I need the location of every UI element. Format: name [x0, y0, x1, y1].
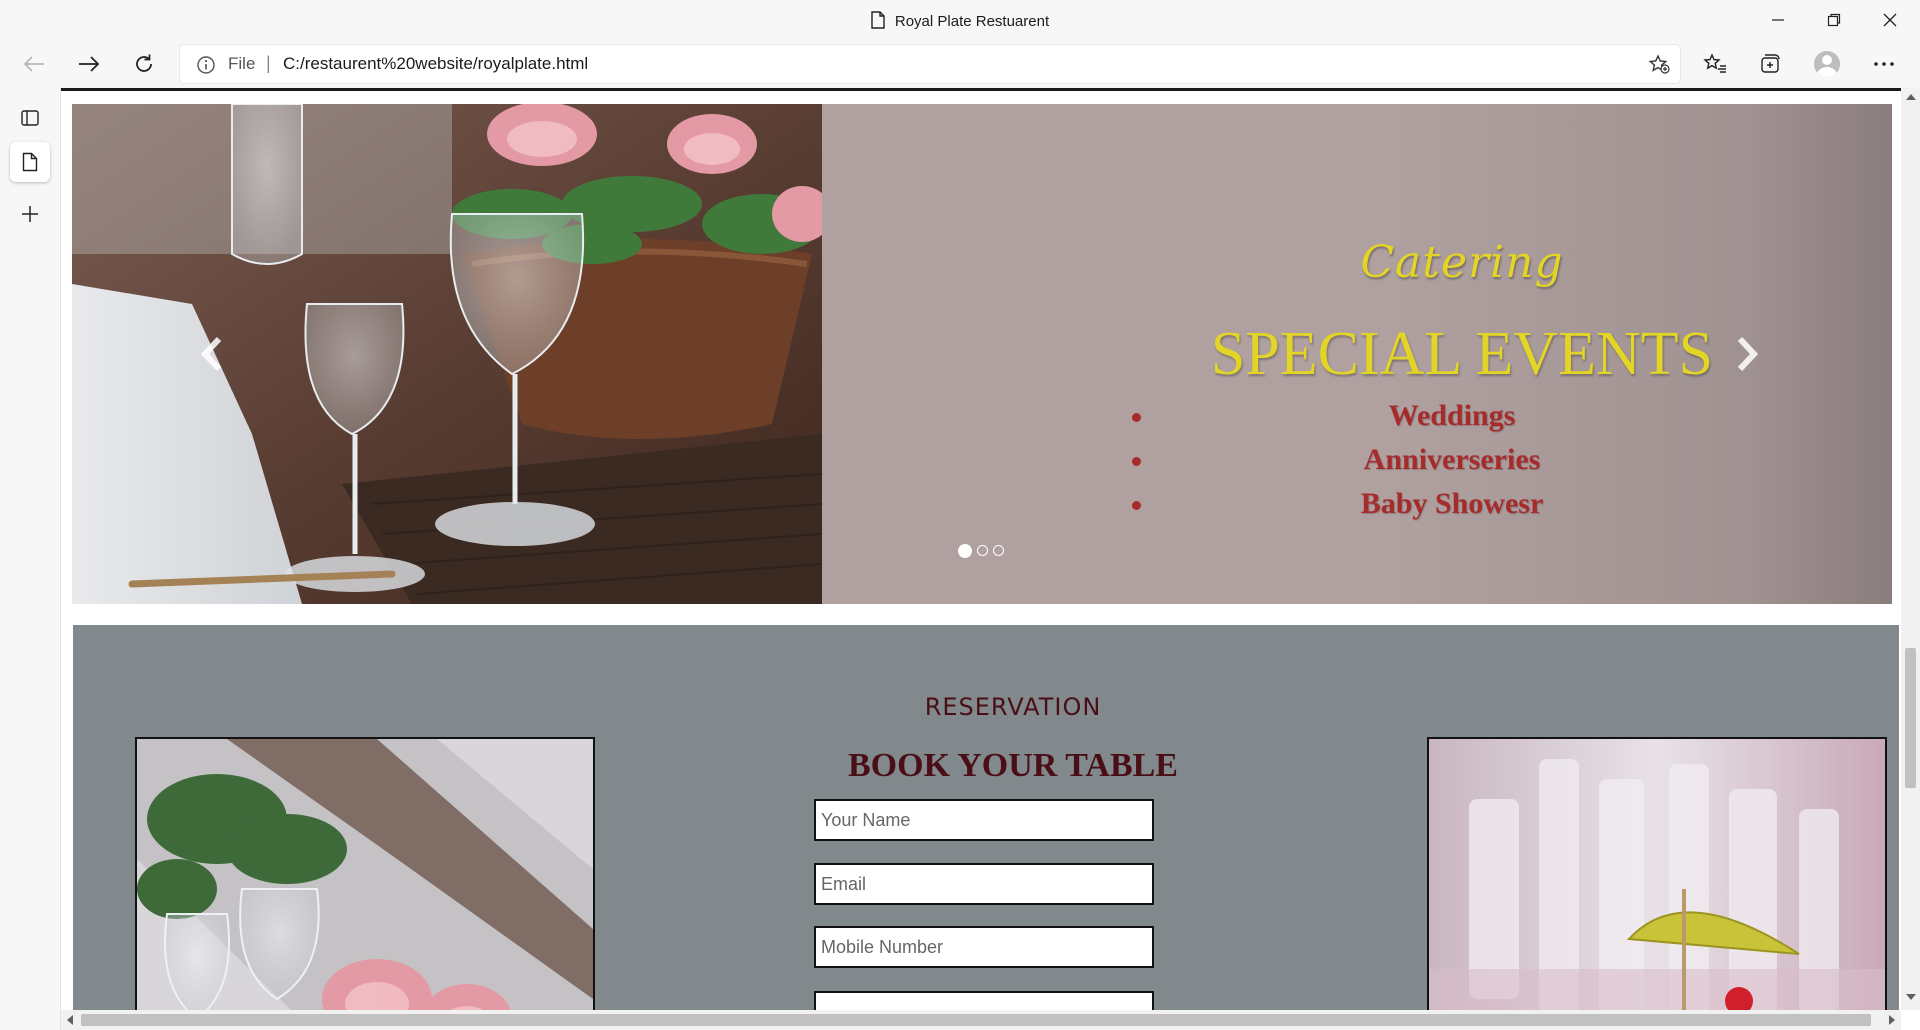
- close-button[interactable]: [1862, 0, 1918, 40]
- vertical-scrollbar[interactable]: [1901, 88, 1920, 1010]
- window-title-bar: Royal Plate Restuarent: [0, 0, 1920, 40]
- add-favorite-icon[interactable]: [1648, 54, 1670, 79]
- special-events-heading: SPECIAL EVENTS: [1210, 320, 1714, 388]
- indicator-3[interactable]: [993, 545, 1004, 556]
- avatar-icon: [1814, 51, 1840, 77]
- refresh-icon: [136, 54, 152, 72]
- vertical-tab-strip: [0, 88, 61, 1030]
- carousel-slide: Catering SPECIAL EVENTS Weddings Anniver…: [72, 104, 1892, 604]
- favorites-button[interactable]: [1697, 48, 1733, 80]
- page-icon: [22, 152, 38, 172]
- new-tab-button[interactable]: [10, 194, 50, 234]
- chevron-left-icon: [200, 336, 222, 372]
- reservation-kicker: RESERVATION: [924, 693, 1102, 721]
- address-bar[interactable]: File | C:/restaurent%20website/royalplat…: [180, 45, 1680, 83]
- url-text[interactable]: C:/restaurent%20website/royalplate.html: [283, 54, 588, 74]
- scroll-up-icon[interactable]: [1906, 94, 1916, 100]
- restore-button[interactable]: [1806, 0, 1862, 40]
- window-title: Royal Plate Restuarent: [0, 11, 1920, 33]
- event-item: Weddings: [1102, 399, 1722, 443]
- reservation-photo-left: [135, 737, 595, 1010]
- security-label: File: [228, 54, 256, 73]
- horizontal-scroll-thumb[interactable]: [81, 1014, 1871, 1026]
- forward-button[interactable]: [71, 48, 107, 80]
- reservation-section: RESERVATION BOOK YOUR TABLE: [73, 625, 1899, 1010]
- minimize-button[interactable]: [1750, 0, 1806, 40]
- email-field[interactable]: [814, 863, 1154, 905]
- browser-toolbar: File | C:/restaurent%20website/royalplat…: [0, 40, 1920, 88]
- more-options-button[interactable]: [1866, 48, 1902, 80]
- tab-actions-icon: [21, 110, 39, 126]
- scroll-right-icon[interactable]: [1889, 1015, 1895, 1025]
- page-viewport: Catering SPECIAL EVENTS Weddings Anniver…: [61, 88, 1901, 1010]
- bullet: [1132, 457, 1141, 466]
- name-field[interactable]: [814, 799, 1154, 841]
- event-carousel: Catering SPECIAL EVENTS Weddings Anniver…: [66, 98, 1892, 609]
- indicator-2[interactable]: [977, 545, 988, 556]
- chevron-right-icon: [1737, 336, 1759, 372]
- indicator-1[interactable]: [958, 544, 972, 558]
- bullet: [1132, 413, 1141, 422]
- vertical-scroll-thumb[interactable]: [1905, 648, 1916, 788]
- refresh-button[interactable]: [126, 48, 162, 80]
- profile-button[interactable]: [1809, 48, 1845, 80]
- next-field[interactable]: [814, 991, 1154, 1010]
- bullet: [1132, 501, 1141, 510]
- catering-caption: Catering: [1360, 237, 1564, 288]
- events-list: Weddings Anniverseries Baby Showesr: [1102, 399, 1722, 531]
- back-button[interactable]: [16, 48, 52, 80]
- event-item: Anniverseries: [1102, 443, 1722, 487]
- table-setting-photo: [72, 104, 822, 604]
- tab-actions-button[interactable]: [10, 98, 50, 138]
- collections-button[interactable]: [1752, 48, 1788, 80]
- horizontal-scrollbar[interactable]: [61, 1010, 1901, 1030]
- back-arrow-icon: [23, 56, 44, 72]
- collections-icon: [1761, 54, 1780, 73]
- carousel-next-button[interactable]: [1727, 332, 1767, 376]
- more-icon: [1874, 62, 1894, 66]
- reservation-title: BOOK YOUR TABLE: [848, 747, 1178, 784]
- favorites-icon: [1703, 53, 1726, 73]
- plus-icon: [22, 206, 38, 222]
- window-title-text: Royal Plate Restuarent: [894, 12, 1050, 30]
- restore-icon: [1827, 13, 1841, 27]
- carousel-prev-button[interactable]: [192, 332, 232, 376]
- document-icon: [871, 11, 885, 33]
- tab-royal-plate[interactable]: [10, 142, 50, 182]
- forward-arrow-icon: [79, 56, 100, 72]
- close-icon: [1883, 13, 1897, 27]
- scroll-down-icon[interactable]: [1906, 994, 1916, 1000]
- info-icon[interactable]: [196, 55, 216, 80]
- address-separator: |: [266, 53, 271, 73]
- minimize-icon: [1772, 19, 1784, 21]
- carousel-indicators: [958, 544, 1004, 558]
- event-item: Baby Showesr: [1102, 487, 1722, 531]
- reservation-photo-right: [1427, 737, 1887, 1010]
- scroll-left-icon[interactable]: [67, 1015, 73, 1025]
- mobile-number-field[interactable]: [814, 926, 1154, 968]
